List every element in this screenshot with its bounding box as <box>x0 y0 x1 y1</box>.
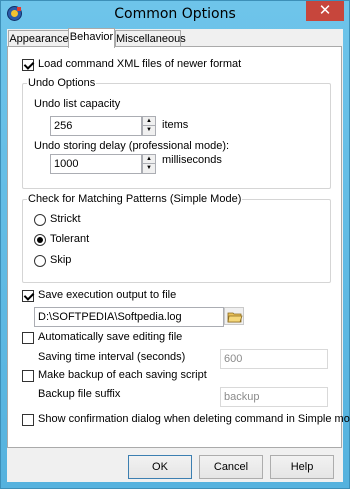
backup-suffix-label: Backup file suffix <box>38 388 121 400</box>
close-icon: ✕ <box>318 1 332 19</box>
radio-skip-label: Skip <box>50 254 72 266</box>
undo-delay-spinner[interactable]: ▲ ▼ <box>142 154 156 174</box>
pattern-group-title: Check for Matching Patterns (Simple Mode… <box>27 193 243 205</box>
backup-suffix-input[interactable]: backup <box>220 387 328 407</box>
close-button[interactable]: ✕ <box>306 1 344 21</box>
folder-open-icon <box>227 312 243 323</box>
radio-strickt-label: Strickt <box>50 213 81 225</box>
undo-delay-label: Undo storing delay (professional mode): <box>34 140 230 152</box>
save-exec-checkbox[interactable] <box>22 290 34 302</box>
undo-delay-unit: milliseconds <box>162 154 222 166</box>
cancel-button[interactable]: Cancel <box>199 455 263 479</box>
window-title: Common Options <box>114 6 236 22</box>
auto-save-label: Automatically save editing file <box>38 331 183 343</box>
confirm-delete-label: Show confirmation dialog when deleting c… <box>38 413 350 425</box>
behavior-panel: Load command XML files of newer format U… <box>7 46 350 448</box>
spin-down-icon[interactable]: ▼ <box>143 164 155 172</box>
radio-skip[interactable] <box>34 255 46 267</box>
backup-checkbox[interactable] <box>22 370 34 382</box>
load-xml-label: Load command XML files of newer format <box>38 58 242 70</box>
spin-up-icon[interactable]: ▲ <box>143 155 155 164</box>
tab-miscellaneous[interactable]: Miscellaneous <box>115 30 186 47</box>
saving-interval-input[interactable]: 600 <box>220 349 328 369</box>
ok-button[interactable]: OK <box>128 455 192 479</box>
browse-button[interactable] <box>224 307 244 325</box>
saving-interval-label: Saving time interval (seconds) <box>38 351 186 363</box>
tab-appearance[interactable]: Appearance <box>8 30 70 47</box>
undo-capacity-label: Undo list capacity <box>34 98 121 110</box>
backup-label: Make backup of each saving script <box>38 369 207 381</box>
help-button[interactable]: Help <box>270 455 334 479</box>
undo-group-title: Undo Options <box>27 77 97 89</box>
undo-delay-input[interactable]: 1000 <box>50 154 142 174</box>
undo-capacity-spinner[interactable]: ▲ ▼ <box>142 116 156 136</box>
spin-up-icon[interactable]: ▲ <box>143 117 155 126</box>
save-exec-label: Save execution output to file <box>38 289 177 301</box>
undo-capacity-input[interactable]: 256 <box>50 116 142 136</box>
radio-tolerant-label: Tolerant <box>50 233 90 245</box>
undo-capacity-unit: items <box>162 119 189 131</box>
auto-save-checkbox[interactable] <box>22 332 34 344</box>
radio-strickt[interactable] <box>34 214 46 226</box>
spin-down-icon[interactable]: ▼ <box>143 126 155 134</box>
save-exec-path-input[interactable]: D:\SOFTPEDIA\Softpedia.log <box>34 307 224 327</box>
tab-behavior[interactable]: Behavior <box>68 28 115 48</box>
confirm-delete-checkbox[interactable] <box>22 414 34 426</box>
radio-tolerant[interactable] <box>34 234 46 246</box>
load-xml-checkbox[interactable] <box>22 59 34 71</box>
